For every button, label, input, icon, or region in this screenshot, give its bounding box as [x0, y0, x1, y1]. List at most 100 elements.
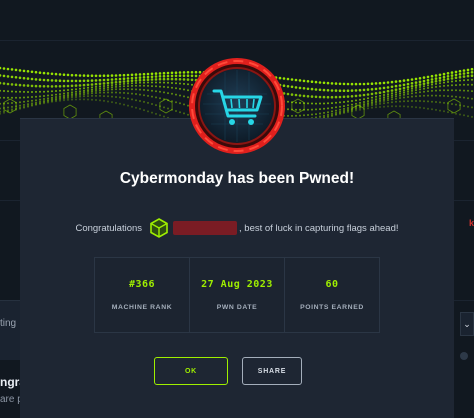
wave-dot	[126, 79, 130, 83]
wave-dot	[370, 92, 374, 96]
wave-dot	[23, 103, 25, 106]
wave-dot	[395, 93, 397, 96]
wave-dot	[91, 88, 93, 91]
wave-dot	[463, 89, 465, 92]
wave-dot	[411, 105, 413, 108]
wave-dot	[55, 100, 57, 103]
wave-dot	[427, 84, 429, 87]
wave-dot	[99, 85, 101, 88]
wave-dot	[123, 88, 125, 91]
congratulations-message: Congratulations , best of luck in captur…	[0, 218, 474, 238]
wave-dot	[107, 95, 109, 98]
wave-dot	[115, 88, 117, 91]
wave-dot	[450, 77, 454, 80]
wave-dot	[103, 89, 105, 92]
wave-dot	[347, 107, 349, 109]
wave-dot	[387, 97, 389, 100]
wave-dot	[463, 79, 465, 82]
background-dot	[460, 352, 468, 360]
wave-dot	[286, 77, 290, 81]
wave-hexagon	[159, 98, 173, 114]
wave-dot	[295, 114, 297, 117]
stat-points-earned: 60 POINTS EARNED	[285, 258, 379, 332]
wave-dot	[371, 106, 373, 109]
wave-dot	[95, 94, 97, 97]
wave-dot	[466, 71, 470, 75]
wave-dot	[155, 104, 157, 107]
stat-pwn-date: 27 Aug 2023 PWN DATE	[190, 258, 285, 332]
wave-dot	[83, 91, 85, 94]
wave-dot	[87, 92, 89, 95]
wave-dot	[454, 70, 458, 74]
wave-dot	[147, 89, 149, 92]
wave-dot	[310, 87, 314, 91]
wave-dot	[387, 93, 389, 96]
wave-dot	[78, 74, 82, 77]
wave-dot	[318, 88, 322, 92]
wave-dot	[135, 99, 137, 102]
wave-dot	[155, 81, 157, 84]
share-button[interactable]: SHARE	[242, 357, 302, 385]
wave-dot	[383, 98, 385, 101]
wave-dot	[406, 78, 410, 82]
wave-dot	[70, 84, 74, 88]
wave-dot	[291, 114, 293, 117]
wave-dot	[179, 111, 181, 114]
wave-dot	[47, 90, 49, 93]
wave-dot	[422, 82, 426, 86]
wave-dot	[435, 89, 437, 92]
shopping-cart-icon	[187, 56, 287, 156]
wave-dot	[146, 72, 150, 76]
wave-dot	[131, 88, 133, 91]
wave-dot	[367, 105, 369, 108]
wave-dot	[466, 74, 470, 78]
stat-label: POINTS EARNED	[300, 304, 364, 311]
wave-dot	[414, 77, 418, 81]
wave-dot	[127, 92, 129, 95]
wave-dot	[87, 86, 89, 89]
wave-dot	[18, 69, 22, 72]
wave-dot	[319, 112, 321, 115]
wave-dot	[395, 91, 397, 94]
wave-dot	[19, 107, 21, 110]
wave-dot	[411, 100, 413, 102]
wave-dot	[15, 96, 17, 99]
wave-dot	[331, 110, 333, 113]
wave-dot	[411, 95, 413, 98]
wave-dot	[130, 73, 134, 77]
wave-dot	[131, 98, 133, 101]
wave-dot	[427, 94, 429, 97]
wave-dot	[66, 73, 70, 77]
wave-dot	[459, 113, 461, 116]
wave-dot	[143, 88, 145, 91]
wave-dot	[183, 112, 185, 115]
wave-dot	[443, 94, 445, 97]
wave-dot	[46, 72, 50, 75]
wave-dot	[450, 71, 454, 74]
wave-dot	[91, 90, 93, 93]
wave-dot	[106, 81, 110, 85]
wave-dot	[387, 105, 389, 108]
wave-dot	[118, 80, 122, 84]
wave-dot	[166, 77, 170, 81]
wave-dot	[407, 88, 409, 91]
wave-dot	[7, 102, 9, 105]
wave-dot	[22, 84, 26, 87]
wave-dot	[423, 107, 425, 110]
wave-dot	[311, 108, 313, 111]
wave-dot	[330, 89, 334, 92]
wave-dot	[71, 96, 73, 99]
wave-dot	[95, 88, 97, 90]
wave-dot	[83, 87, 85, 90]
wave-dot	[343, 105, 345, 108]
wave-dot	[434, 80, 438, 83]
wave-dot	[62, 79, 66, 83]
wave-dot	[383, 94, 385, 96]
wave-dot	[51, 96, 53, 99]
wave-dot	[47, 94, 49, 97]
ok-button[interactable]: OK	[154, 357, 228, 385]
wave-dot	[286, 92, 290, 96]
wave-dot	[458, 75, 462, 79]
wave-dot	[410, 85, 414, 88]
wave-dot	[143, 100, 145, 103]
